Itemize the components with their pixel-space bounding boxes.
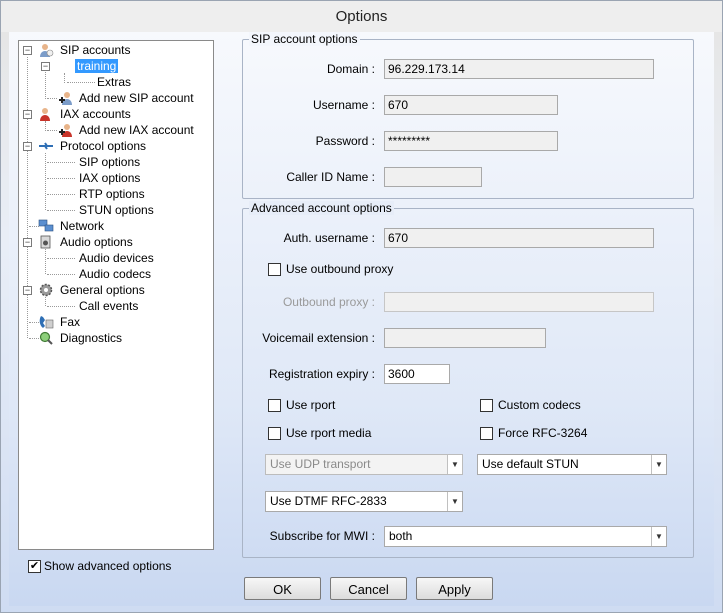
ok-button[interactable]: OK xyxy=(244,577,321,600)
show-advanced-checkbox[interactable]: ✔ xyxy=(28,560,41,573)
audio-options-icon xyxy=(40,235,51,249)
tree-item-audio-codecs[interactable]: Audio codecs xyxy=(77,266,153,282)
diagnostics-icon xyxy=(39,331,53,345)
tree-item-sip-accounts[interactable]: SIP accounts xyxy=(58,42,133,58)
stun-value: Use default STUN xyxy=(482,457,579,471)
voicemail-extension-input[interactable] xyxy=(384,328,546,348)
use-rport-checkbox[interactable] xyxy=(268,399,281,412)
password-input[interactable]: ********* xyxy=(384,131,558,151)
chevron-down-icon: ▼ xyxy=(651,527,666,546)
use-outbound-proxy-checkbox[interactable] xyxy=(268,263,281,276)
tree-item-diagnostics[interactable]: Diagnostics xyxy=(58,330,124,346)
advanced-account-options-legend: Advanced account options xyxy=(249,201,394,215)
outbound-proxy-label: Outbound proxy : xyxy=(282,295,375,309)
force-rfc3264-label: Force RFC-3264 xyxy=(498,426,588,440)
chevron-down-icon: ▼ xyxy=(651,455,666,474)
subscribe-mwi-label: Subscribe for MWI : xyxy=(269,529,375,543)
username-label: Username : xyxy=(312,98,375,112)
protocol-options-icon xyxy=(39,142,53,150)
options-window: Options − SIP accounts − training Extras… xyxy=(0,0,723,613)
transport-value: Use UDP transport xyxy=(270,457,371,471)
tree-item-iax-accounts[interactable]: IAX accounts xyxy=(58,106,133,122)
show-advanced-label: Show advanced options xyxy=(44,559,172,573)
custom-codecs-checkbox[interactable] xyxy=(480,399,493,412)
add-iax-account-icon xyxy=(59,124,72,137)
dtmf-select[interactable]: Use DTMF RFC-2833 ▼ xyxy=(265,491,463,512)
collapse-sip-accounts[interactable]: − xyxy=(23,46,32,55)
window-title: Options xyxy=(1,1,722,32)
gear-icon xyxy=(39,283,53,297)
tree-item-stun-options[interactable]: STUN options xyxy=(77,202,156,218)
tree-item-sip-options[interactable]: SIP options xyxy=(77,154,142,170)
tree-item-protocol-options[interactable]: Protocol options xyxy=(58,138,148,154)
registration-expiry-input[interactable]: 3600 xyxy=(384,364,450,384)
tree-item-audio-options[interactable]: Audio options xyxy=(58,234,135,250)
collapse-iax-accounts[interactable]: − xyxy=(23,110,32,119)
tree-item-general-options[interactable]: General options xyxy=(58,282,147,298)
chevron-down-icon: ▼ xyxy=(447,492,462,511)
custom-codecs-label: Custom codecs xyxy=(498,398,581,412)
tree-item-training[interactable]: training xyxy=(75,58,119,74)
collapse-general-options[interactable]: − xyxy=(23,286,32,295)
tree-item-add-sip-account[interactable]: Add new SIP account xyxy=(77,90,196,106)
stun-select[interactable]: Use default STUN ▼ xyxy=(477,454,667,475)
cancel-button[interactable]: Cancel xyxy=(330,577,407,600)
auth-username-label: Auth. username : xyxy=(283,231,375,245)
registration-expiry-label: Registration expiry : xyxy=(268,367,375,381)
voicemail-extension-label: Voicemail extension : xyxy=(262,331,375,345)
tree-item-rtp-options[interactable]: RTP options xyxy=(77,186,147,202)
outbound-proxy-input[interactable] xyxy=(384,292,654,312)
network-icon xyxy=(38,219,54,232)
tree-item-audio-devices[interactable]: Audio devices xyxy=(77,250,156,266)
fax-icon xyxy=(39,316,54,329)
force-rfc3264-checkbox[interactable] xyxy=(480,427,493,440)
tree-item-network[interactable]: Network xyxy=(58,218,106,234)
sip-account-icon xyxy=(40,44,54,57)
transport-select[interactable]: Use UDP transport ▼ xyxy=(265,454,463,475)
collapse-training[interactable]: − xyxy=(41,62,50,71)
chevron-down-icon: ▼ xyxy=(447,455,462,474)
dtmf-value: Use DTMF RFC-2833 xyxy=(270,494,387,508)
callerid-input[interactable] xyxy=(384,167,482,187)
iax-account-icon xyxy=(40,108,50,121)
domain-label: Domain : xyxy=(326,62,375,76)
options-tree[interactable]: − SIP accounts − training Extras Add new… xyxy=(18,40,214,550)
collapse-protocol-options[interactable]: − xyxy=(23,142,32,151)
username-input[interactable]: 670 xyxy=(384,95,558,115)
tree-item-add-iax-account[interactable]: Add new IAX account xyxy=(77,122,196,138)
auth-username-input[interactable]: 670 xyxy=(384,228,654,248)
use-rport-media-checkbox[interactable] xyxy=(268,427,281,440)
callerid-label: Caller ID Name : xyxy=(286,170,375,184)
sip-account-options-legend: SIP account options xyxy=(249,32,360,46)
tree-item-fax[interactable]: Fax xyxy=(58,314,82,330)
tree-item-extras[interactable]: Extras xyxy=(95,74,133,90)
tree-item-iax-options[interactable]: IAX options xyxy=(77,170,142,186)
add-sip-account-icon xyxy=(59,92,72,105)
collapse-audio-options[interactable]: − xyxy=(23,238,32,247)
apply-button[interactable]: Apply xyxy=(416,577,493,600)
use-outbound-proxy-label: Use outbound proxy xyxy=(286,262,394,276)
mwi-value: both xyxy=(389,529,413,543)
mwi-select[interactable]: both ▼ xyxy=(384,526,667,547)
password-label: Password : xyxy=(315,134,375,148)
tree-item-call-events[interactable]: Call events xyxy=(77,298,140,314)
use-rport-media-label: Use rport media xyxy=(286,426,372,440)
domain-input[interactable]: 96.229.173.14 xyxy=(384,59,654,79)
use-rport-label: Use rport xyxy=(286,398,336,412)
